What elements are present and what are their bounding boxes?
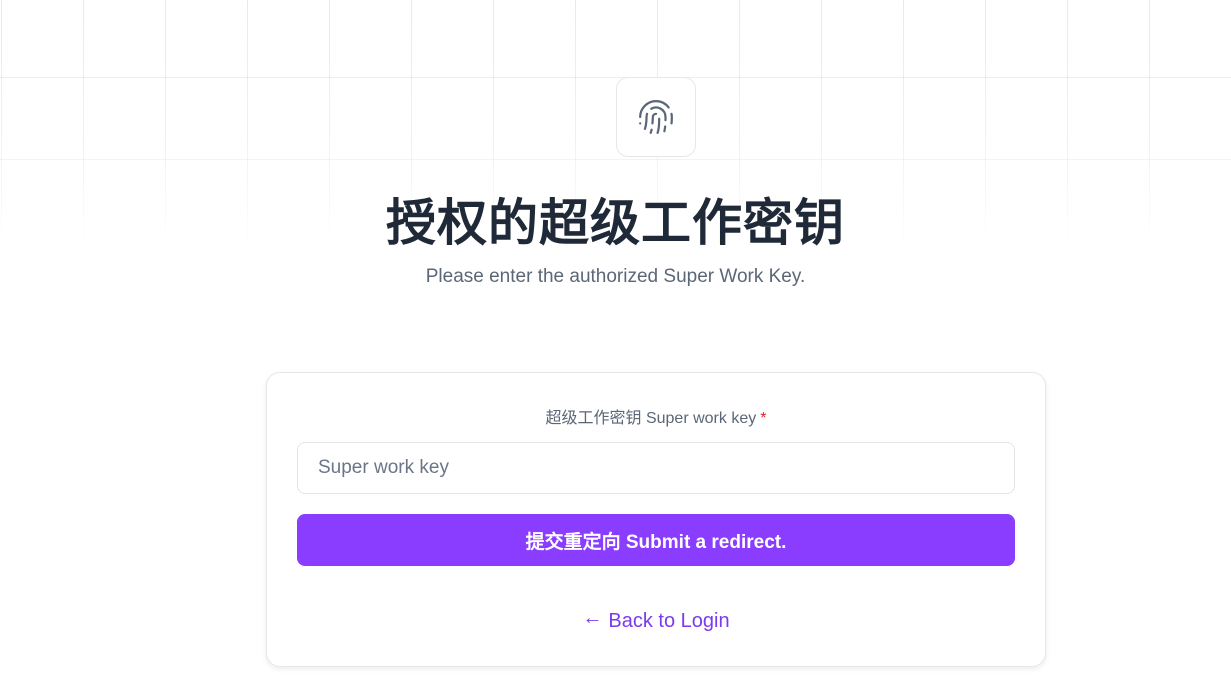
back-to-login-link[interactable]: ← Back to Login: [267, 606, 1045, 636]
required-marker: *: [760, 410, 767, 427]
back-to-login-label: Back to Login: [608, 610, 730, 632]
submit-redirect-button[interactable]: 提交重定向 Submit a redirect.: [297, 514, 1015, 566]
arrow-left-icon: ←: [582, 607, 603, 629]
page: 授权的超级工作密钥 Please enter the authorized Su…: [0, 0, 1231, 696]
page-title: 授权的超级工作密钥: [386, 194, 845, 252]
key-form-card: 超级工作密钥 Super work key* 提交重定向 Submit a re…: [266, 372, 1046, 667]
fingerprint-icon: [639, 100, 673, 134]
super-key-label: 超级工作密钥 Super work key *: [267, 407, 1045, 431]
logo-box: [616, 77, 696, 157]
super-key-label-text: 超级工作密钥 Super work key: [545, 410, 757, 427]
page-subtitle: Please enter the authorized Super Work K…: [425, 266, 806, 287]
super-key-input[interactable]: [297, 442, 1015, 494]
